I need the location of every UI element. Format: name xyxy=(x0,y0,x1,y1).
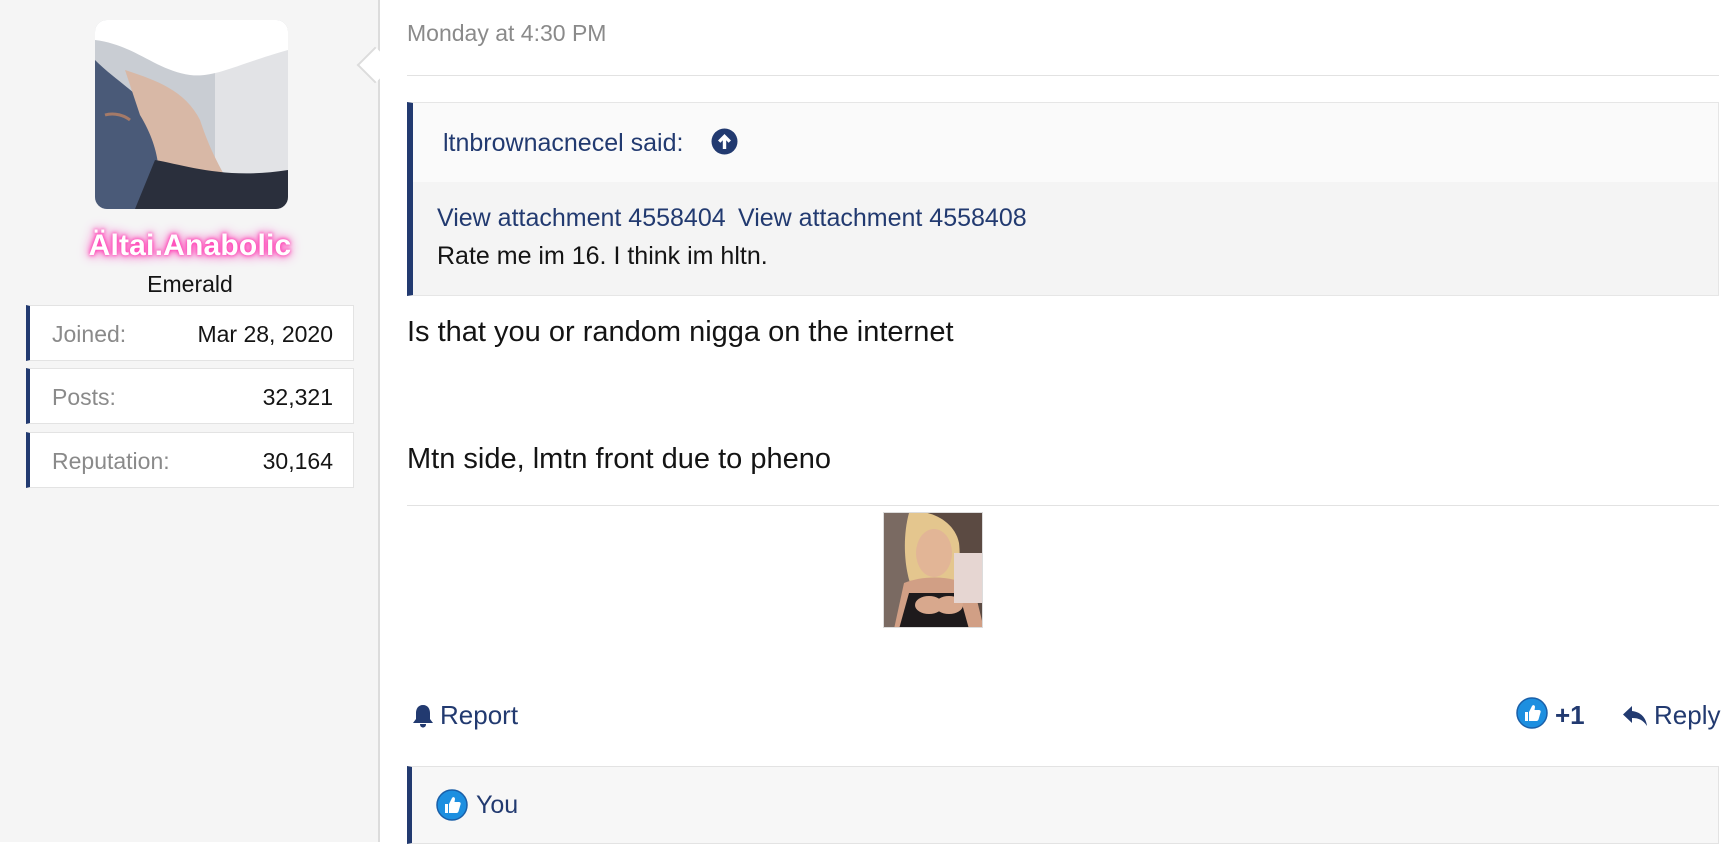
signature-divider xyxy=(407,505,1719,506)
avatar-photo-icon xyxy=(95,20,288,209)
signature-image[interactable] xyxy=(883,512,983,628)
reply-arrow-icon xyxy=(1623,705,1647,726)
message-user-sidebar: Ältai.Anabolic Emerald Joined: Mar 28, 2… xyxy=(0,0,380,842)
signature-photo-icon xyxy=(884,513,982,627)
report-label: Report xyxy=(440,700,519,730)
like-count[interactable]: +1 xyxy=(1555,700,1585,731)
stat-label: Posts: xyxy=(52,384,116,410)
bell-icon xyxy=(413,704,433,727)
quote-header: ltnbrownacnecel said: xyxy=(413,103,1718,182)
stat-value[interactable]: 32,321 xyxy=(263,384,333,411)
avatar[interactable] xyxy=(95,20,288,209)
report-button[interactable]: Report xyxy=(412,700,518,731)
like-thumb-icon xyxy=(436,789,468,821)
post-timestamp[interactable]: Monday at 4:30 PM xyxy=(407,20,606,47)
reply-button[interactable]: Reply xyxy=(1622,700,1720,731)
stat-value: 30,164 xyxy=(262,448,333,474)
attachment-link[interactable]: View attachment 4558408 xyxy=(738,204,1027,233)
stat-value: Mar 28, 2020 xyxy=(197,321,333,347)
reactions-bar[interactable]: You xyxy=(407,766,1719,844)
username[interactable]: Ältai.Anabolic xyxy=(0,229,380,263)
stat-label: Reputation: xyxy=(52,448,170,474)
stat-joined: Joined: Mar 28, 2020 xyxy=(26,305,354,361)
quote-body xyxy=(413,182,1718,295)
arrow-up-circle-icon[interactable] xyxy=(711,128,738,155)
like-thumb-icon[interactable] xyxy=(1516,697,1548,729)
quote-author-link[interactable]: ltnbrownacnecel said: xyxy=(443,129,683,158)
user-title: Emerald xyxy=(147,271,233,297)
stat-reputation: Reputation: 30,164 xyxy=(26,432,354,488)
post-body-line: Mtn side, lmtn front due to pheno xyxy=(407,443,831,475)
reply-label: Reply xyxy=(1654,700,1721,730)
attachment-link[interactable]: View attachment 4558404 xyxy=(437,204,726,233)
stat-posts: Posts: 32,321 xyxy=(26,368,354,424)
quote-text: Rate me im 16. I think im hltn. xyxy=(437,242,768,270)
header-divider xyxy=(407,75,1719,76)
stat-label: Joined: xyxy=(52,321,127,347)
reaction-users-link[interactable]: You xyxy=(476,791,518,820)
post-body-line: Is that you or random nigga on the inter… xyxy=(407,316,954,348)
